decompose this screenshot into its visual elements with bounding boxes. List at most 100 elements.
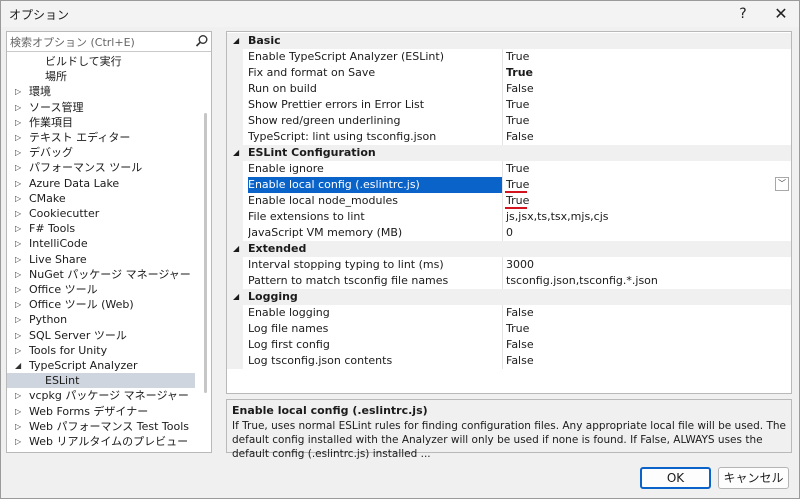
close-button[interactable]: ✕ xyxy=(761,1,800,27)
expand-arrow-icon[interactable]: ▷ xyxy=(15,115,25,130)
property-value[interactable]: False xyxy=(506,305,534,321)
ok-button[interactable]: OK xyxy=(640,467,711,489)
property-row[interactable]: Run on build False xyxy=(227,81,791,97)
tree-item[interactable]: ▷ 作業項目 xyxy=(7,115,195,130)
expand-arrow-icon[interactable]: ▷ xyxy=(15,419,25,434)
property-value[interactable]: 0 xyxy=(506,225,513,241)
property-row[interactable]: Enable local node_modules True xyxy=(227,193,791,209)
tree-item[interactable]: ▷ Python xyxy=(7,312,195,327)
tree-scrollbar-thumb[interactable] xyxy=(204,113,207,393)
tree-item[interactable]: ▷ Live Share xyxy=(7,252,195,267)
window-title: オプション xyxy=(9,8,70,22)
tree-item[interactable]: ▷ Office ツール xyxy=(7,282,195,297)
tree-item[interactable]: ◢ TypeScript Analyzer xyxy=(7,358,195,373)
tree-item[interactable]: ▷ Tools for Unity xyxy=(7,343,195,358)
tree-item[interactable]: ▷ vcpkg パッケージ マネージャー xyxy=(7,388,195,403)
tree-item[interactable]: ▷ Cookiecutter xyxy=(7,206,195,221)
expand-arrow-icon[interactable]: ▷ xyxy=(15,236,25,251)
property-value[interactable]: True xyxy=(506,321,529,337)
tree-item[interactable]: ▷ SQL Server ツール xyxy=(7,328,195,343)
property-value[interactable]: True xyxy=(506,97,529,113)
tree-item[interactable]: ▷ Office ツール (Web) xyxy=(7,297,195,312)
cancel-button[interactable]: キャンセル xyxy=(718,467,789,489)
property-category[interactable]: ◢ ESLint Configuration xyxy=(227,145,791,161)
expand-arrow-icon[interactable]: ▷ xyxy=(15,343,25,358)
property-value[interactable]: tsconfig.json,tsconfig.*.json xyxy=(506,273,658,289)
property-category[interactable]: ◢ Extended xyxy=(227,241,791,257)
chevron-down-icon[interactable]: ﹀ xyxy=(775,177,789,191)
property-row[interactable]: Log tsconfig.json contents False xyxy=(227,353,791,369)
property-value[interactable]: True xyxy=(506,161,529,177)
tree-item[interactable]: ▷ Web パフォーマンス Test Tools xyxy=(7,419,195,434)
property-row[interactable]: Fix and format on Save True xyxy=(227,65,791,81)
tree-item[interactable]: ▷ Web Forms デザイナー xyxy=(7,404,195,419)
collapse-caret-icon[interactable]: ◢ xyxy=(233,289,239,305)
property-value[interactable]: False xyxy=(506,353,534,369)
collapse-caret-icon[interactable]: ◢ xyxy=(233,33,239,49)
property-value[interactable]: True xyxy=(506,113,529,129)
tree-item[interactable]: ▷ 環境 xyxy=(7,84,195,99)
expand-arrow-icon[interactable]: ▷ xyxy=(15,312,25,327)
property-value[interactable]: True xyxy=(506,49,529,65)
expand-arrow-icon[interactable]: ▷ xyxy=(15,206,25,221)
tree-item[interactable]: ▷ IntelliCode xyxy=(7,236,195,251)
property-row[interactable]: JavaScript VM memory (MB) 0 xyxy=(227,225,791,241)
expand-arrow-icon[interactable]: ▷ xyxy=(15,191,25,206)
property-row[interactable]: Enable logging False xyxy=(227,305,791,321)
tree-item[interactable]: ▷ デバッグ xyxy=(7,145,195,160)
collapse-caret-icon[interactable]: ◢ xyxy=(233,145,239,161)
property-row[interactable]: Pattern to match tsconfig file names tsco… xyxy=(227,273,791,289)
tree-item[interactable]: ▷ Azure Data Lake xyxy=(7,176,195,191)
expanded-arrow-icon[interactable]: ◢ xyxy=(15,358,25,373)
tree-item[interactable]: ESLint xyxy=(7,373,195,388)
tree-item[interactable]: ▷ パフォーマンス ツール xyxy=(7,160,195,175)
tree-scrollbar[interactable] xyxy=(200,53,211,452)
expand-arrow-icon[interactable]: ▷ xyxy=(15,404,25,419)
help-button[interactable]: ? xyxy=(723,1,763,27)
property-value[interactable]: False xyxy=(506,81,534,97)
tree-item[interactable]: ビルドして実行 xyxy=(7,54,195,69)
expand-arrow-icon[interactable]: ▷ xyxy=(15,297,25,312)
expand-arrow-icon[interactable]: ▷ xyxy=(15,145,25,160)
tree-item[interactable]: ▷ F# Tools xyxy=(7,221,195,236)
expand-arrow-icon[interactable]: ▷ xyxy=(15,176,25,191)
property-row[interactable]: Interval stopping typing to lint (ms) 300… xyxy=(227,257,791,273)
expand-arrow-icon[interactable]: ▷ xyxy=(15,282,25,297)
expand-arrow-icon[interactable]: ▷ xyxy=(15,100,25,115)
tree-item[interactable]: ▷ NuGet パッケージ マネージャー xyxy=(7,267,195,282)
category-name: Logging xyxy=(248,290,298,303)
property-row[interactable]: Enable ignore True xyxy=(227,161,791,177)
tree-item[interactable]: ▷ Web リアルタイムのプレビュー xyxy=(7,434,195,449)
expand-arrow-icon[interactable]: ▷ xyxy=(15,221,25,236)
property-row[interactable]: TypeScript: lint using tsconfig.json Fals… xyxy=(227,129,791,145)
property-value[interactable]: 3000 xyxy=(506,257,534,273)
tree-item[interactable]: ▷ ソース管理 xyxy=(7,100,195,115)
expand-arrow-icon[interactable]: ▷ xyxy=(15,267,25,282)
property-row[interactable]: Enable TypeScript Analyzer (ESLint) True xyxy=(227,49,791,65)
expand-arrow-icon[interactable]: ▷ xyxy=(15,160,25,175)
expand-arrow-icon[interactable]: ▷ xyxy=(15,328,25,343)
property-row[interactable]: Show red/green underlining True xyxy=(227,113,791,129)
property-value[interactable]: True xyxy=(506,65,533,81)
search-icon[interactable] xyxy=(195,34,209,48)
expand-arrow-icon[interactable]: ▷ xyxy=(15,252,25,267)
tree-item[interactable]: ▷ CMake xyxy=(7,191,195,206)
property-row[interactable]: File extensions to lint js,jsx,ts,tsx,mjs… xyxy=(227,209,791,225)
property-row[interactable]: Show Prettier errors in Error List True xyxy=(227,97,791,113)
property-category[interactable]: ◢ Logging xyxy=(227,289,791,305)
tree-item[interactable]: 場所 xyxy=(7,69,195,84)
search-input[interactable] xyxy=(10,34,190,50)
expand-arrow-icon[interactable]: ▷ xyxy=(15,130,25,145)
expand-arrow-icon[interactable]: ▷ xyxy=(15,388,25,403)
property-value[interactable]: js,jsx,ts,tsx,mjs,cjs xyxy=(506,209,609,225)
expand-arrow-icon[interactable]: ▷ xyxy=(15,434,25,449)
collapse-caret-icon[interactable]: ◢ xyxy=(233,241,239,257)
property-row[interactable]: Log first config False xyxy=(227,337,791,353)
tree-item[interactable]: ▷ テキスト エディター xyxy=(7,130,195,145)
property-row[interactable]: Enable local config (.eslintrc.js) True ﹀ xyxy=(227,177,791,193)
property-category[interactable]: ◢ Basic xyxy=(227,33,791,49)
property-value[interactable]: False xyxy=(506,129,534,145)
property-row[interactable]: Log file names True xyxy=(227,321,791,337)
expand-arrow-icon[interactable]: ▷ xyxy=(15,84,25,99)
property-value[interactable]: False xyxy=(506,337,534,353)
